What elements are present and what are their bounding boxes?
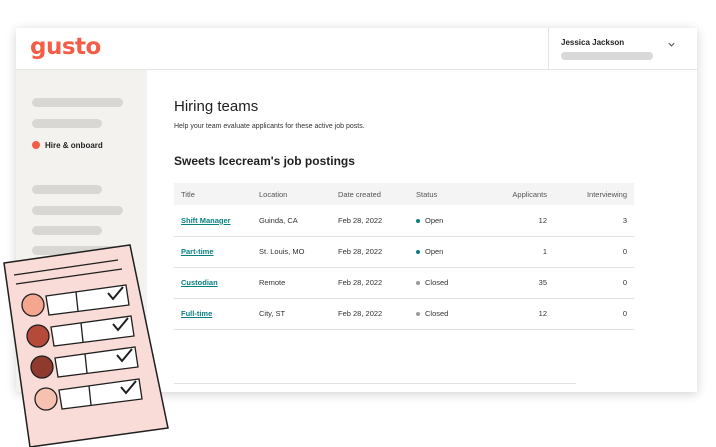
status-dot-icon xyxy=(416,281,420,286)
user-menu[interactable]: Jessica Jackson xyxy=(548,28,697,70)
job-location: Remote xyxy=(259,278,286,287)
job-status: Closed xyxy=(409,298,479,329)
job-status: Open xyxy=(409,205,479,236)
column-header-location[interactable]: Location xyxy=(252,183,331,205)
job-interviewing: 0 xyxy=(622,278,627,287)
main-content: Hiring teams Help your team evaluate app… xyxy=(147,70,697,392)
section-title: Sweets Icecream's job postings xyxy=(174,154,355,168)
user-subtitle-placeholder xyxy=(561,52,653,60)
job-title-link[interactable]: Full-time xyxy=(181,309,212,318)
gusto-logo[interactable]: gusto xyxy=(30,34,101,60)
job-title-link[interactable]: Custodian xyxy=(181,278,218,287)
job-status-label: Open xyxy=(425,215,444,225)
column-header-applicants[interactable]: Applicants xyxy=(479,183,554,205)
job-status: Open xyxy=(409,236,479,267)
job-applicants: 1 xyxy=(542,247,547,256)
sidebar-item-label: Hire & onboard xyxy=(45,140,103,150)
sidebar-item-placeholder[interactable] xyxy=(32,206,123,215)
job-title-link[interactable]: Part-time xyxy=(181,247,214,256)
job-location: Guinda, CA xyxy=(259,215,298,225)
table-header-row: Title Location Date created Status Appli… xyxy=(174,183,634,205)
job-status: Closed xyxy=(409,267,479,298)
status-dot-icon xyxy=(416,312,420,317)
table-footer-divider xyxy=(174,383,576,384)
job-postings-table: Title Location Date created Status Appli… xyxy=(174,183,634,330)
job-interviewing: 0 xyxy=(622,309,627,318)
job-applicants: 12 xyxy=(538,215,547,225)
page-title: Hiring teams xyxy=(174,98,259,115)
job-applicants: 12 xyxy=(538,309,547,318)
column-header-interviewing[interactable]: Interviewing xyxy=(554,183,634,205)
column-header-date-created[interactable]: Date created xyxy=(331,183,409,205)
job-date-created: Feb 28, 2022 xyxy=(338,278,383,287)
column-header-title[interactable]: Title xyxy=(174,183,252,205)
sidebar-item-hire-onboard[interactable]: Hire & onboard xyxy=(32,139,103,151)
table-row[interactable]: Part-time St. Louis, MO Feb 28, 2022 Ope… xyxy=(174,236,634,267)
job-interviewing: 3 xyxy=(622,215,627,225)
chevron-down-icon[interactable] xyxy=(667,40,676,51)
table-row[interactable]: Custodian Remote Feb 28, 2022 Closed 35 … xyxy=(174,267,634,298)
table-row[interactable]: Shift Manager Guinda, CA Feb 28, 2022 Op… xyxy=(174,205,634,236)
job-status-label: Closed xyxy=(425,278,449,287)
job-date-created: Feb 28, 2022 xyxy=(338,215,383,225)
sidebar-item-placeholder[interactable] xyxy=(32,226,102,235)
job-status-label: Closed xyxy=(425,309,449,318)
job-location: St. Louis, MO xyxy=(259,247,305,256)
page-subtitle: Help your team evaluate applicants for t… xyxy=(174,123,365,130)
active-indicator-icon xyxy=(32,141,40,149)
checklist-illustration xyxy=(3,244,169,447)
table-row[interactable]: Full-time City, ST Feb 28, 2022 Closed 1… xyxy=(174,298,634,329)
sidebar-item-placeholder[interactable] xyxy=(32,98,123,107)
job-date-created: Feb 28, 2022 xyxy=(338,309,383,318)
column-header-status[interactable]: Status xyxy=(409,183,479,205)
sidebar-item-placeholder[interactable] xyxy=(32,185,102,194)
sidebar-item-placeholder[interactable] xyxy=(32,119,102,128)
job-title-link[interactable]: Shift Manager xyxy=(181,216,231,225)
job-status-label: Open xyxy=(425,247,444,256)
status-dot-icon xyxy=(416,250,420,255)
job-location: City, ST xyxy=(259,309,286,318)
job-date-created: Feb 28, 2022 xyxy=(338,247,383,256)
top-bar: gusto Jessica Jackson xyxy=(16,28,697,70)
user-name: Jessica Jackson xyxy=(561,38,625,47)
status-dot-icon xyxy=(416,218,420,223)
job-interviewing: 0 xyxy=(622,247,627,256)
job-applicants: 35 xyxy=(538,278,547,287)
